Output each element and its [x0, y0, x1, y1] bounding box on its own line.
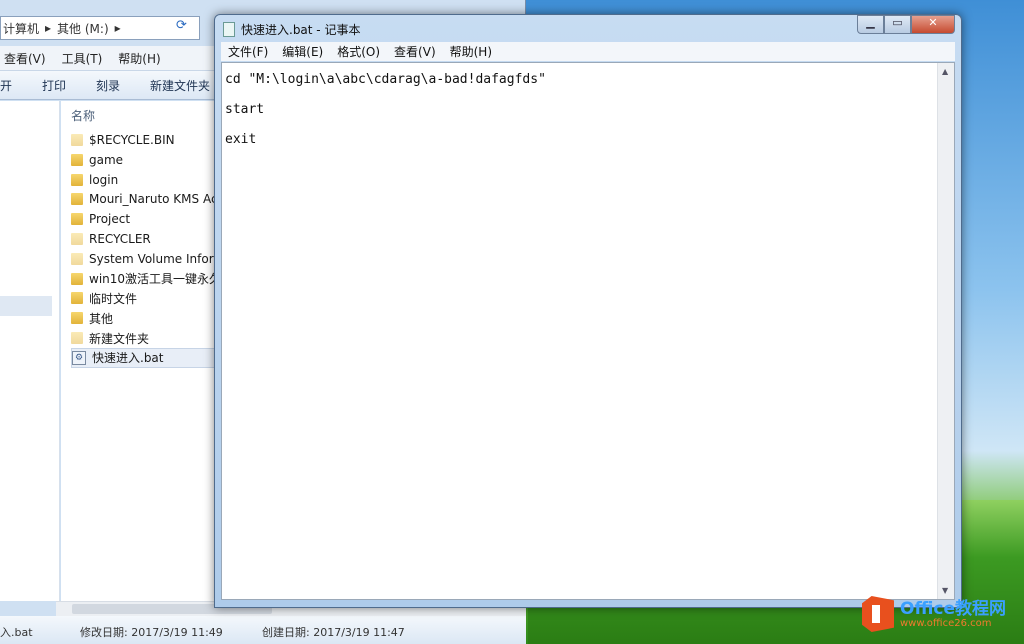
status-filename: 入.bat — [0, 626, 33, 639]
file-list-item[interactable]: game — [71, 150, 123, 170]
file-name: game — [89, 152, 124, 167]
menu-tools[interactable]: 工具(T) — [62, 50, 103, 67]
scroll-up-icon[interactable]: ▲ — [942, 67, 948, 76]
window-title: 快速进入.bat - 记事本 — [241, 23, 361, 37]
refresh-icon[interactable]: ⟳ — [176, 18, 198, 38]
file-name: login — [89, 172, 119, 187]
file-list-item[interactable]: Project — [71, 209, 130, 229]
notepad-window: 快速进入.bat - 记事本 ▁ ▭ ✕ 文件(F) 编辑(E) 格式(O) 查… — [214, 14, 962, 608]
file-name: 快速进入.bat — [92, 351, 164, 366]
status-bar: 入.bat 修改日期: 2017/3/19 11:49 创建日期: 2017/3… — [0, 616, 526, 644]
folder-icon — [71, 233, 83, 245]
menu-help[interactable]: 帮助(H) — [118, 50, 160, 67]
file-list-item[interactable]: 其他 — [71, 308, 113, 328]
file-list-item[interactable]: login — [71, 170, 118, 190]
navigation-pane — [0, 101, 60, 601]
folder-icon — [71, 193, 83, 206]
folder-icon — [71, 173, 83, 186]
file-list-item[interactable]: RECYCLER — [71, 229, 151, 249]
file-name: 其他 — [89, 311, 114, 326]
breadcrumb-computer[interactable]: 计算机 — [3, 20, 39, 37]
text-editor[interactable]: cd "M:\login\a\abc\cdarag\a-bad!dafagfds… — [221, 62, 955, 600]
menu-help[interactable]: 帮助(H) — [450, 43, 492, 60]
batch-file-icon: ⚙ — [72, 350, 86, 365]
file-list-item[interactable]: ⚙ 快速进入.bat — [71, 347, 221, 368]
menu-format[interactable]: 格式(O) — [337, 43, 380, 60]
folder-icon — [71, 312, 83, 325]
folder-icon — [71, 272, 83, 285]
open-button[interactable]: 打开 — [0, 77, 12, 94]
print-button[interactable]: 打印 — [42, 77, 66, 94]
new-folder-button[interactable]: 新建文件夹 — [150, 77, 210, 94]
file-list-item[interactable]: 新建文件夹 — [71, 328, 149, 348]
minimize-button[interactable]: ▁ — [857, 15, 884, 34]
file-list-item[interactable]: Mouri_Naruto KMS Ac — [71, 189, 218, 209]
file-name: 临时文件 — [89, 291, 138, 306]
maximize-button[interactable]: ▭ — [884, 15, 911, 34]
file-name: RECYCLER — [89, 232, 151, 246]
nav-selected-item[interactable] — [0, 296, 52, 316]
file-list-item[interactable]: System Volume Inform — [71, 249, 225, 269]
folder-icon — [71, 252, 83, 265]
folder-icon — [71, 153, 83, 166]
menu-view[interactable]: 查看(V) — [394, 43, 436, 60]
watermark-logo: Office教程网 www.office26.com — [862, 596, 1006, 632]
scroll-down-icon[interactable]: ▼ — [942, 586, 948, 595]
folder-icon — [71, 134, 83, 146]
notepad-menu: 文件(F) 编辑(E) 格式(O) 查看(V) 帮助(H) — [221, 42, 955, 61]
folder-icon — [71, 213, 83, 226]
file-name: 新建文件夹 — [89, 331, 150, 346]
menu-edit[interactable]: 编辑(E) — [282, 43, 323, 60]
breadcrumb-drive[interactable]: 其他 (M:) — [57, 20, 109, 37]
notepad-icon — [223, 22, 235, 37]
menu-view[interactable]: 查看(V) — [4, 50, 46, 67]
status-created: 创建日期: 2017/3/19 11:47 — [262, 626, 405, 639]
burn-button[interactable]: 刻录 — [96, 77, 120, 94]
folder-icon — [71, 332, 83, 344]
folder-icon — [71, 292, 83, 305]
address-bar[interactable]: 计算机 ▸ 其他 (M:) ▸ — [0, 16, 200, 40]
column-header-name[interactable]: 名称 — [71, 107, 95, 124]
office-logo-icon — [862, 596, 894, 632]
file-list-item[interactable]: win10激活工具一键永久 — [71, 269, 221, 289]
file-name: Project — [89, 212, 131, 227]
editor-content[interactable]: cd "M:\login\a\abc\cdarag\a-bad!dafagfds… — [225, 65, 546, 155]
file-list-item[interactable]: 临时文件 — [71, 288, 137, 308]
watermark-brand: Office教程网 — [900, 598, 1007, 619]
file-name: System Volume Inform — [89, 251, 226, 266]
title-bar: 快速进入.bat - 记事本 — [223, 21, 360, 38]
close-button[interactable]: ✕ — [911, 15, 955, 34]
file-name: win10激活工具一键永久 — [89, 272, 222, 287]
watermark-url: www.office26.com — [900, 617, 992, 629]
file-name: $RECYCLE.BIN — [89, 133, 175, 147]
status-modified: 修改日期: 2017/3/19 11:49 — [80, 626, 223, 639]
file-name: Mouri_Naruto KMS Ac — [89, 192, 218, 207]
vertical-scrollbar[interactable]: ▲ ▼ — [937, 63, 954, 599]
menu-file[interactable]: 文件(F) — [228, 43, 268, 60]
file-list-item[interactable]: $RECYCLE.BIN — [71, 130, 175, 150]
